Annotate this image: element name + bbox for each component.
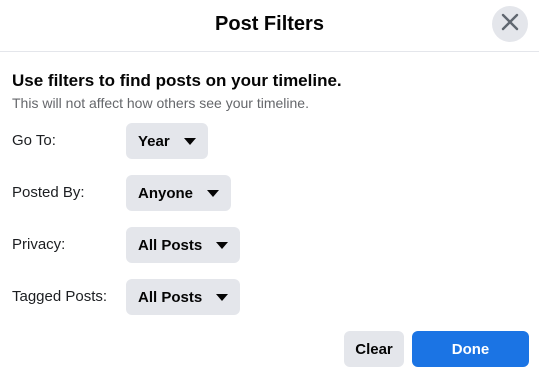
filter-label: Privacy: xyxy=(12,236,66,253)
dialog-title: Post Filters xyxy=(215,13,324,35)
dialog-header: Post Filters xyxy=(0,0,539,52)
intro-section: Use filters to find posts on your timeli… xyxy=(12,70,527,112)
intro-subheading: This will not affect how others see your… xyxy=(12,95,309,111)
caret-down-icon xyxy=(183,138,196,145)
done-button[interactable]: Done xyxy=(412,331,529,367)
caret-down-icon xyxy=(207,190,220,197)
dropdown-value: Anyone xyxy=(138,184,194,202)
close-icon xyxy=(500,12,520,37)
intro-heading: Use filters to find posts on your timeli… xyxy=(12,71,342,90)
dropdown-value: All Posts xyxy=(138,236,203,254)
clear-button[interactable]: Clear xyxy=(344,331,404,367)
post-filters-dialog: Post Filters Use filters to find posts o… xyxy=(0,0,539,375)
filter-row-privacy: Privacy: All Posts xyxy=(12,227,312,263)
filter-label: Posted By: xyxy=(12,184,85,201)
posted-by-dropdown[interactable]: Anyone xyxy=(126,175,232,211)
dropdown-value: Year xyxy=(138,132,170,150)
filter-row-tagged-posts: Tagged Posts: All Posts xyxy=(12,279,312,315)
filter-row-go-to: Go To: Year xyxy=(12,123,312,159)
close-button[interactable] xyxy=(492,6,528,42)
filter-label: Go To: xyxy=(12,132,56,149)
filter-row-posted-by: Posted By: Anyone xyxy=(12,175,312,211)
dropdown-value: All Posts xyxy=(138,288,203,306)
caret-down-icon xyxy=(216,294,229,301)
caret-down-icon xyxy=(216,242,229,249)
tagged-posts-dropdown[interactable]: All Posts xyxy=(126,279,241,315)
privacy-dropdown[interactable]: All Posts xyxy=(126,227,241,263)
go-to-dropdown[interactable]: Year xyxy=(126,123,208,159)
filter-label: Tagged Posts: xyxy=(12,288,108,305)
